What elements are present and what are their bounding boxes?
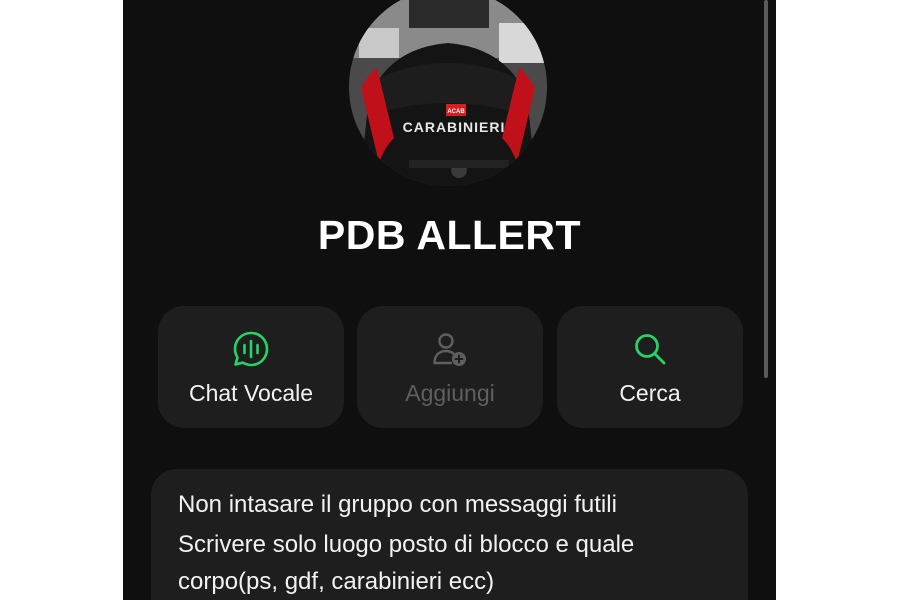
avatar-badge-text: ACAB: [447, 109, 465, 115]
group-info-screen: ACAB CARABINIERI PDB ALLERT Chat Vocale: [123, 0, 776, 600]
avatar-lettering: CARABINIERI: [403, 119, 506, 135]
description-line: corpo(ps, gdf, carabinieri ecc): [178, 568, 495, 595]
group-avatar[interactable]: ACAB CARABINIERI: [349, 0, 547, 186]
page: ACAB CARABINIERI PDB ALLERT Chat Vocale: [0, 0, 900, 600]
voice-chat-icon: [233, 331, 269, 367]
search-label: Cerca: [619, 380, 681, 406]
search-button[interactable]: Cerca: [557, 306, 743, 428]
avatar-image: ACAB CARABINIERI: [349, 0, 547, 186]
add-person-icon: [433, 333, 466, 366]
search-icon: [635, 334, 666, 365]
add-member-button[interactable]: Aggiungi: [357, 306, 543, 428]
description-line: Non intasare il gruppo con messaggi futi…: [178, 491, 617, 518]
group-name: PDB ALLERT: [317, 212, 582, 258]
description-line: Scrivere solo luogo posto di blocco e qu…: [178, 531, 635, 558]
group-description[interactable]: Non intasare il gruppo con messaggi futi…: [151, 469, 748, 600]
voice-chat-label: Chat Vocale: [188, 380, 314, 406]
add-member-label: Aggiungi: [405, 380, 495, 406]
voice-chat-button[interactable]: Chat Vocale: [158, 306, 344, 428]
scrollbar[interactable]: [764, 0, 768, 378]
